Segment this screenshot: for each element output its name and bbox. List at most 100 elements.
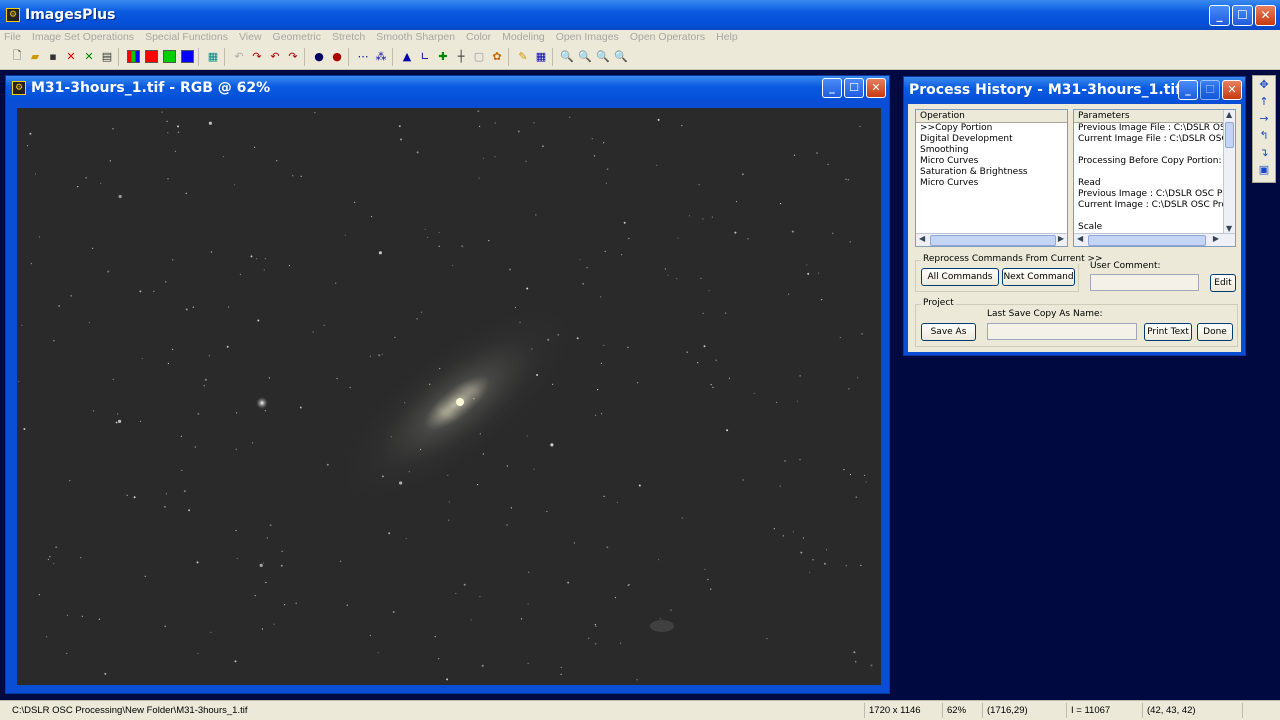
operation-item[interactable]: Smoothing <box>916 145 1067 156</box>
levels-icon[interactable]: ▲ <box>398 48 416 66</box>
operation-item[interactable]: Digital Development <box>916 134 1067 145</box>
save-as-button[interactable]: Save As <box>921 323 976 341</box>
save-icon[interactable]: ▪ <box>44 48 62 66</box>
operation-item[interactable]: >>Copy Portion <box>916 123 1067 134</box>
image-window-icon[interactable]: ⚙ <box>12 81 26 95</box>
arrow-up-icon[interactable]: ↑ <box>1253 93 1275 110</box>
app-logo-icon[interactable]: ⚙ <box>6 8 20 22</box>
arrow-turn-left-icon[interactable]: ↰ <box>1253 127 1275 144</box>
operation-item[interactable]: Saturation & Brightness <box>916 167 1067 178</box>
arrow-turn-down-icon[interactable]: ↴ <box>1253 144 1275 161</box>
menu-stretch[interactable]: Stretch <box>332 31 365 43</box>
star <box>107 270 110 273</box>
scroll-left-icon[interactable]: ◀ <box>919 234 925 243</box>
undo-icon[interactable]: ↶ <box>266 48 284 66</box>
scroll-left-icon[interactable]: ◀ <box>1077 234 1083 243</box>
parameters-vscroll-thumb[interactable] <box>1225 122 1234 148</box>
grid-icon[interactable]: ▦ <box>532 48 550 66</box>
zoom-fit-icon[interactable]: 🔍 <box>594 48 612 66</box>
resize-grip-icon[interactable] <box>1242 703 1280 718</box>
parameters-list[interactable]: Parameters Previous Image File : C:\DSLR… <box>1073 109 1236 247</box>
last-save-field[interactable] <box>987 323 1137 340</box>
green-channel-icon[interactable] <box>160 48 178 66</box>
menu-image-set-operations[interactable]: Image Set Operations <box>32 31 134 43</box>
star <box>560 666 562 669</box>
scroll-down-icon[interactable]: ▼ <box>1226 224 1232 233</box>
image-close-button[interactable]: ✕ <box>866 78 886 98</box>
close-green-icon[interactable]: ✕ <box>80 48 98 66</box>
move-all-icon[interactable]: ✥ <box>1253 76 1275 93</box>
edit-button[interactable]: Edit <box>1210 274 1236 292</box>
image-window-titlebar[interactable]: ⚙ M31-3hours_1.tif - RGB @ 62% _ ☐ ✕ <box>6 76 889 100</box>
menu-geometric[interactable]: Geometric <box>273 31 321 43</box>
operation-list[interactable]: Operation >>Copy Portion Digital Develop… <box>915 109 1068 247</box>
star <box>88 321 90 324</box>
zoom-reset-icon[interactable]: 🔍 <box>612 48 630 66</box>
ph-minimize-button[interactable]: _ <box>1178 80 1198 100</box>
all-commands-button[interactable]: All Commands <box>921 268 999 286</box>
redo-icon[interactable]: ↷ <box>284 48 302 66</box>
parameters-vscroll[interactable]: ▲ ▼ <box>1223 110 1235 233</box>
palette-icon[interactable]: ✿ <box>488 48 506 66</box>
dot-mask-icon[interactable]: ● <box>310 48 328 66</box>
arrow-right-icon[interactable]: → <box>1253 110 1275 127</box>
operation-item[interactable]: Micro Curves <box>916 178 1067 189</box>
next-command-button[interactable]: Next Command <box>1002 268 1075 286</box>
menu-special-functions[interactable]: Special Functions <box>145 31 228 43</box>
star <box>800 551 803 554</box>
open-icon[interactable]: ▰ <box>26 48 44 66</box>
close-red-icon[interactable]: ✕ <box>62 48 80 66</box>
menu-smooth-sharpen[interactable]: Smooth Sharpen <box>376 31 455 43</box>
menu-modeling[interactable]: Modeling <box>502 31 545 43</box>
menu-file[interactable]: File <box>4 31 21 43</box>
scroll-right-icon[interactable]: ▶ <box>1213 234 1219 243</box>
app-minimize-button[interactable]: _ <box>1209 5 1230 26</box>
curve-icon[interactable]: ∟ <box>416 48 434 66</box>
parameters-hscroll[interactable]: ◀ ▶ <box>1074 233 1235 246</box>
dot-red-icon[interactable]: ● <box>328 48 346 66</box>
split-icon[interactable]: ⁂ <box>372 48 390 66</box>
done-button[interactable]: Done <box>1197 323 1233 341</box>
crosshair-icon[interactable]: ┼ <box>452 48 470 66</box>
ph-close-button[interactable]: ✕ <box>1222 80 1242 100</box>
app-maximize-button[interactable]: ☐ <box>1232 5 1253 26</box>
window-icon[interactable]: ▣ <box>1253 161 1275 178</box>
menu-view[interactable]: View <box>239 31 262 43</box>
new-icon[interactable]: 🗋 <box>8 48 26 66</box>
scroll-right-icon[interactable]: ▶ <box>1058 234 1064 243</box>
dots-icon[interactable]: ⋯ <box>354 48 372 66</box>
blue-channel-icon[interactable] <box>178 48 196 66</box>
zoom-in-icon[interactable]: 🔍 <box>558 48 576 66</box>
operation-hscroll-thumb[interactable] <box>930 235 1056 246</box>
app-close-button[interactable]: ✕ <box>1255 5 1276 26</box>
image-canvas[interactable] <box>17 108 881 685</box>
red-channel-icon[interactable] <box>142 48 160 66</box>
star <box>163 505 166 508</box>
menu-open-images[interactable]: Open Images <box>556 31 619 43</box>
star <box>197 412 200 415</box>
undo-small-icon[interactable]: ↶ <box>230 48 248 66</box>
frame-icon[interactable]: ▢ <box>470 48 488 66</box>
image-minimize-button[interactable]: _ <box>822 78 842 98</box>
menu-open-operators[interactable]: Open Operators <box>630 31 705 43</box>
image-maximize-button[interactable]: ☐ <box>844 78 864 98</box>
redo-small-icon[interactable]: ↷ <box>248 48 266 66</box>
menu-color[interactable]: Color <box>466 31 491 43</box>
rgb-icon[interactable] <box>124 48 142 66</box>
pencil-icon[interactable]: ✎ <box>514 48 532 66</box>
ph-maximize-button[interactable]: ☐ <box>1200 80 1220 100</box>
scroll-up-icon[interactable]: ▲ <box>1226 110 1232 119</box>
zoom-out-icon[interactable]: 🔍 <box>576 48 594 66</box>
star <box>53 563 55 565</box>
print-icon[interactable]: ▤ <box>98 48 116 66</box>
menu-help[interactable]: Help <box>716 31 738 43</box>
user-comment-field[interactable] <box>1090 274 1199 291</box>
star <box>849 473 852 476</box>
print-text-button[interactable]: Print Text <box>1144 323 1192 341</box>
parameters-hscroll-thumb[interactable] <box>1088 235 1206 246</box>
plus-icon[interactable]: ✚ <box>434 48 452 66</box>
process-history-titlebar[interactable]: Process History - M31-3hours_1.tif _ ☐ ✕ <box>904 77 1245 102</box>
operation-hscroll[interactable]: ◀ ▶ <box>916 233 1067 246</box>
operation-item[interactable]: Micro Curves <box>916 156 1067 167</box>
grid-teal-icon[interactable]: ▦ <box>204 48 222 66</box>
